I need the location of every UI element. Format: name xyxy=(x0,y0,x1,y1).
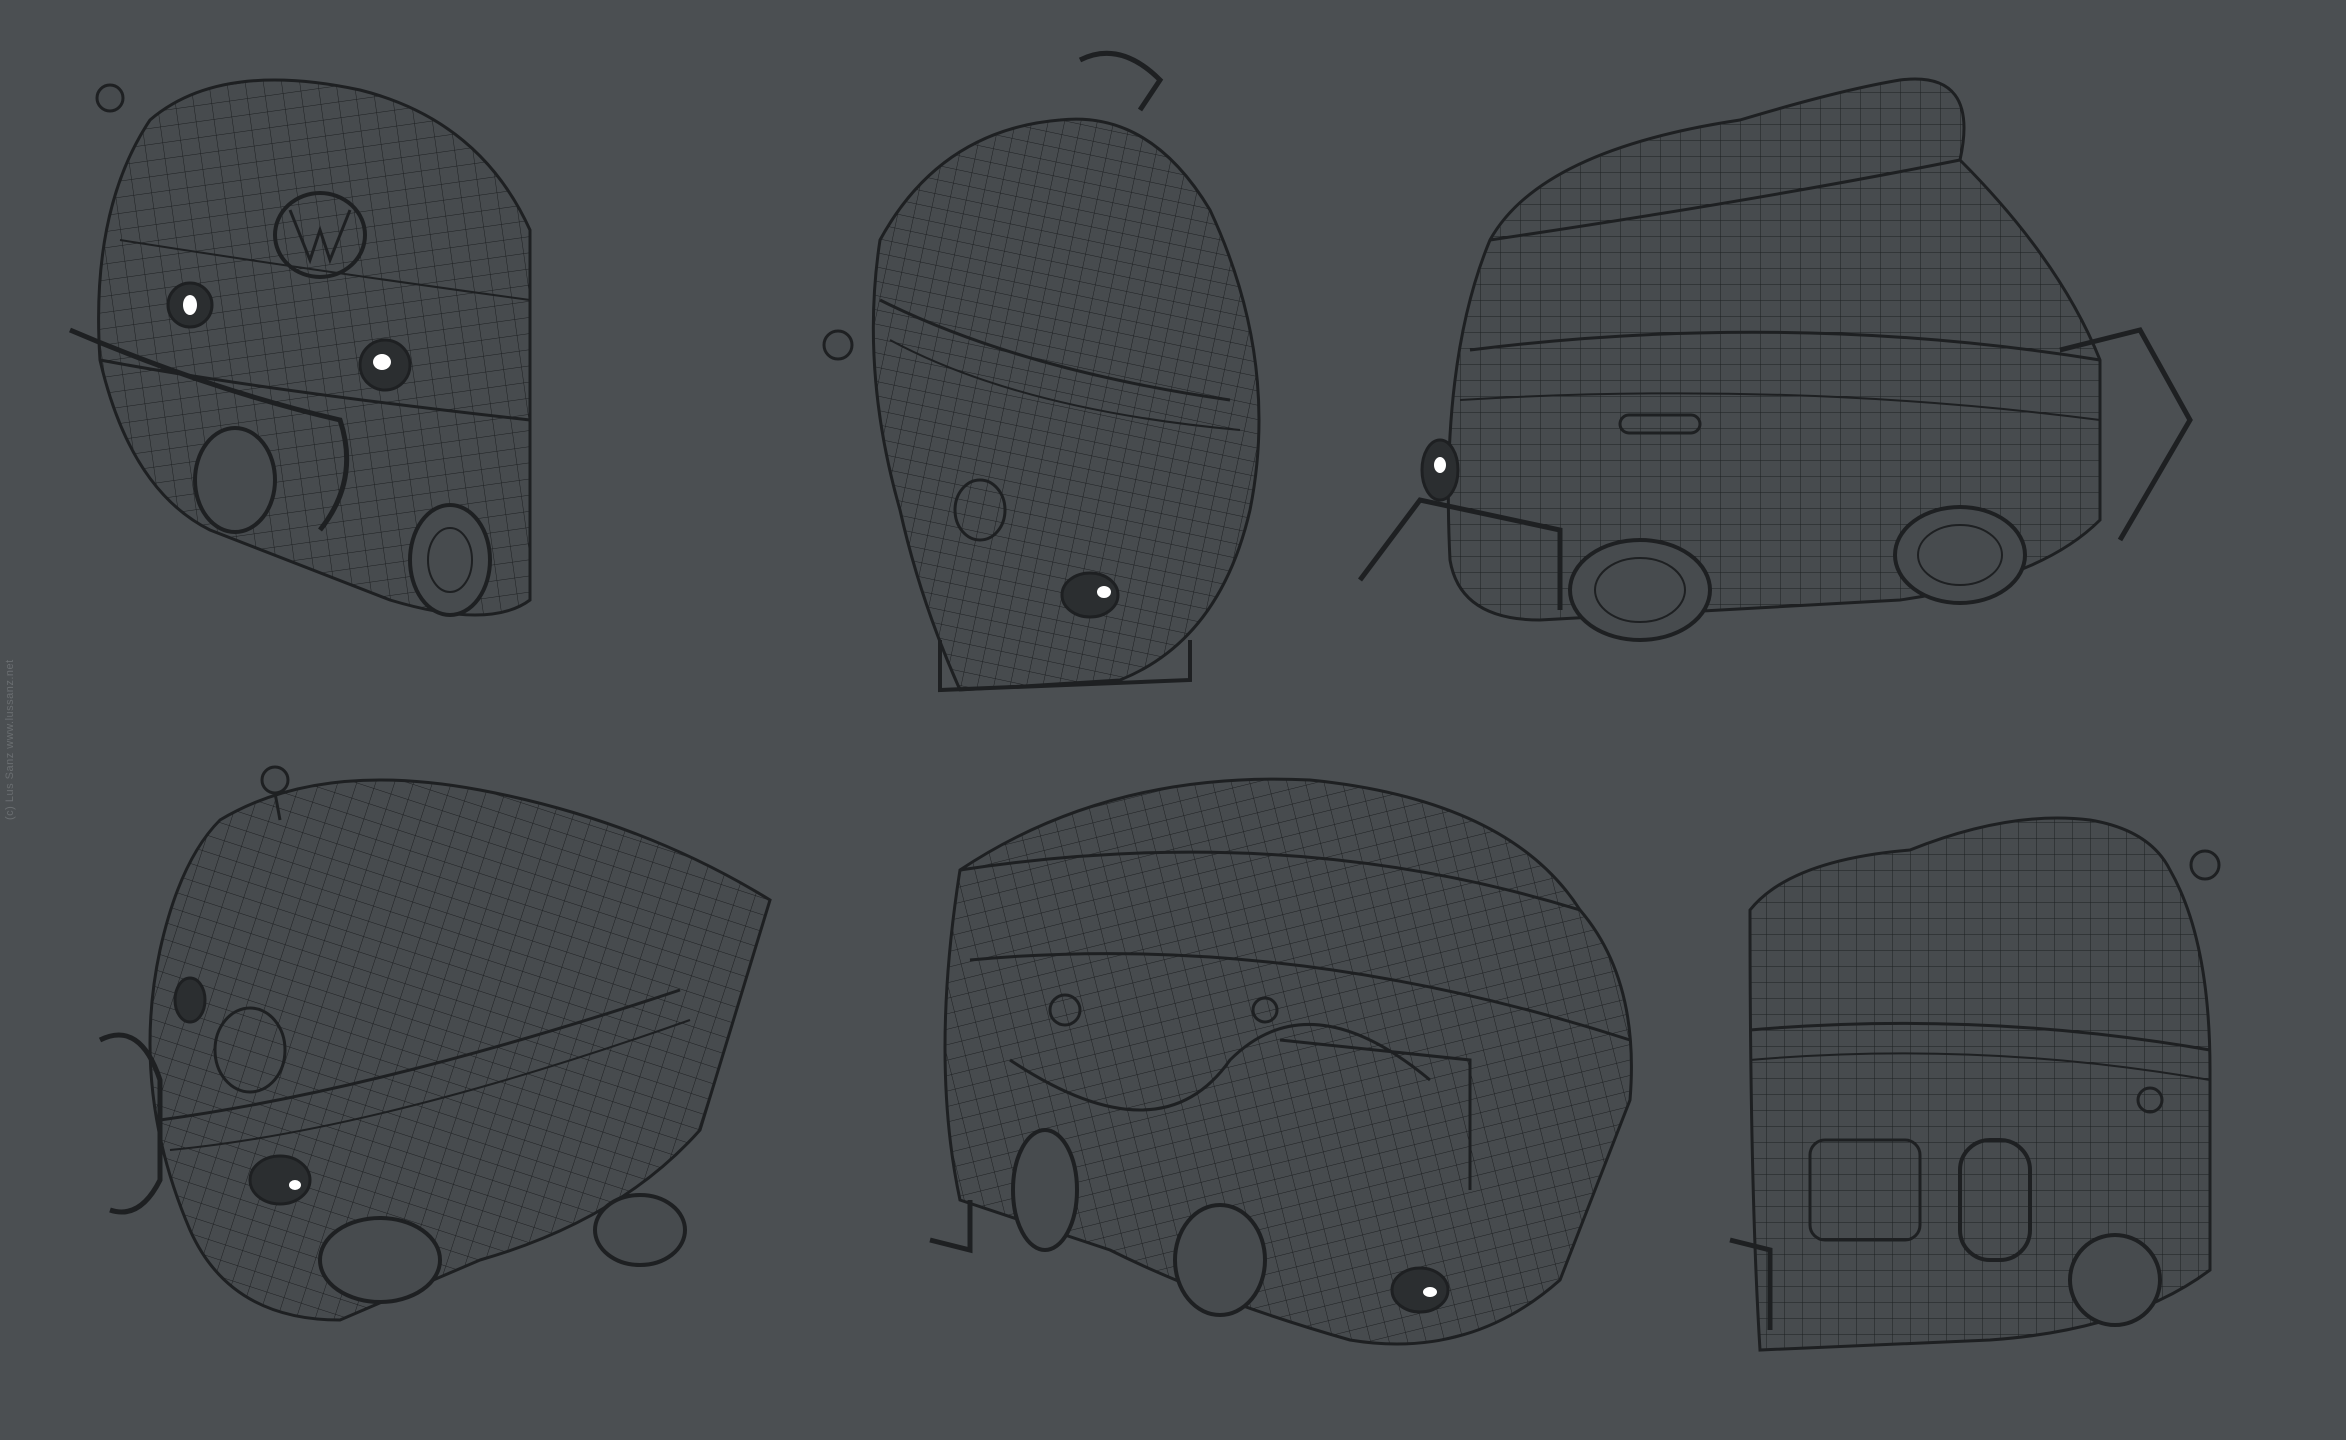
mirror xyxy=(822,329,854,361)
wheel-front xyxy=(1011,1128,1079,1252)
headlight xyxy=(1390,1266,1450,1314)
van-rear-view xyxy=(1729,790,2250,1370)
wheel-front xyxy=(193,426,277,534)
mirror xyxy=(95,83,125,113)
headlight-right xyxy=(248,1154,312,1206)
van-low-side-view xyxy=(910,760,1650,1370)
van-side-view xyxy=(1340,60,2280,680)
wheel-rear xyxy=(1173,1203,1267,1317)
van-top-three-quarter-view xyxy=(80,760,820,1360)
wheel-rear xyxy=(1893,505,2027,605)
mirror xyxy=(2189,849,2221,881)
headlight-left xyxy=(173,976,207,1024)
render-canvas: (c) Lus Sanz www.lussanz.net xyxy=(0,0,2346,1440)
wheel-rear xyxy=(2068,1233,2162,1327)
van-wireframe-2 xyxy=(822,50,1261,693)
wheel-rear xyxy=(593,1193,687,1267)
van-wireframe-4 xyxy=(98,765,772,1322)
mirror xyxy=(260,765,290,795)
van-wireframe-3 xyxy=(1358,77,2193,642)
van-wireframe-6 xyxy=(1729,816,2221,1352)
wheel-front xyxy=(1568,538,1712,642)
van-top-front-view xyxy=(820,40,1310,730)
van-wireframe-5 xyxy=(929,777,1633,1346)
wheel-rear xyxy=(408,503,492,617)
van-wireframe-1 xyxy=(69,78,532,617)
wheel-front xyxy=(318,1216,442,1304)
van-front-three-quarter-view xyxy=(60,60,740,660)
credit-watermark: (c) Lus Sanz www.lussanz.net xyxy=(4,659,16,820)
